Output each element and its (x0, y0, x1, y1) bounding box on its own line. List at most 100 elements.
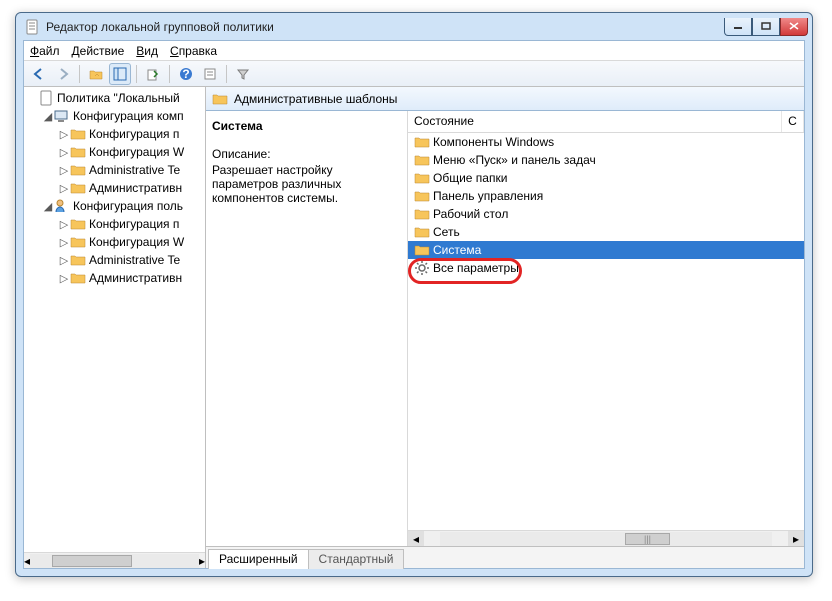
right-pane: Административные шаблоны Система Описани… (206, 87, 804, 568)
tree-label: Administrative Te (89, 163, 180, 177)
folder-icon (414, 134, 430, 150)
list-item[interactable]: Сеть (408, 223, 804, 241)
window-title: Редактор локальной групповой политики (46, 20, 724, 34)
folder-icon (70, 126, 86, 142)
titlebar[interactable]: Редактор локальной групповой политики (16, 13, 812, 40)
list-scrollbar[interactable]: ◂ ||| ▸ (408, 530, 804, 546)
tree-item[interactable]: ▷ Administrative Te (24, 251, 205, 269)
folder-icon (414, 188, 430, 204)
expand-icon[interactable]: ▷ (58, 218, 70, 231)
scroll-left-icon[interactable]: ◂ (408, 531, 424, 547)
tree-label: Политика "Локальный (57, 91, 180, 105)
tree-label: Конфигурация п (89, 217, 179, 231)
menu-help[interactable]: Справка (170, 44, 217, 58)
tree-item[interactable]: ▷Административн (24, 179, 205, 197)
tree-user-config[interactable]: ◢ Конфигурация поль (24, 197, 205, 215)
right-header-title: Административные шаблоны (234, 92, 397, 106)
properties-button[interactable] (199, 63, 221, 85)
folder-icon (70, 234, 86, 250)
list-item[interactable]: Рабочий стол (408, 205, 804, 223)
window-frame: Редактор локальной групповой политики Фа… (15, 12, 813, 577)
policy-icon (38, 90, 54, 106)
scroll-thumb[interactable]: ||| (625, 533, 670, 545)
expand-icon[interactable]: ▷ (58, 164, 70, 177)
list-item[interactable]: Все параметры (408, 259, 804, 277)
work-area: Политика "Локальный ◢ Конфигурация комп … (24, 87, 804, 568)
folder-icon (70, 180, 86, 196)
view-tabs: Расширенный Стандартный (206, 546, 804, 568)
list-item-label: Все параметры (433, 261, 519, 275)
back-button[interactable] (28, 63, 50, 85)
tree-pane[interactable]: Политика "Локальный ◢ Конфигурация комп … (24, 87, 206, 568)
tree-root[interactable]: Политика "Локальный (24, 89, 205, 107)
show-tree-button[interactable] (109, 63, 131, 85)
list-item[interactable]: Компоненты Windows (408, 133, 804, 151)
tab-standard[interactable]: Стандартный (308, 549, 405, 569)
tree-label: Административн (89, 271, 182, 285)
expand-icon[interactable]: ▷ (58, 254, 70, 267)
menu-action[interactable]: Действие (72, 44, 125, 58)
scroll-thumb[interactable] (52, 555, 132, 567)
list-item[interactable]: Общие папки (408, 169, 804, 187)
list-item-label: Меню «Пуск» и панель задач (433, 153, 596, 167)
folder-icon (70, 216, 86, 232)
computer-icon (54, 108, 70, 124)
list-item[interactable]: Меню «Пуск» и панель задач (408, 151, 804, 169)
tree-item[interactable]: ▷Конфигурация п (24, 125, 205, 143)
expand-icon[interactable]: ▷ (58, 182, 70, 195)
export-button[interactable] (142, 63, 164, 85)
detail-title: Система (212, 119, 401, 133)
forward-button[interactable] (52, 63, 74, 85)
right-content: Система Описание: Разрешает настройку па… (206, 111, 804, 546)
collapse-icon[interactable]: ◢ (42, 110, 54, 123)
tree-item[interactable]: ▷Конфигурация W (24, 233, 205, 251)
window-controls (724, 18, 808, 36)
expand-icon[interactable]: ▷ (58, 128, 70, 141)
expand-icon[interactable]: ▷ (58, 146, 70, 159)
list-item-label: Система (433, 243, 481, 257)
menu-file[interactable]: Файл (30, 44, 60, 58)
thumb-grip: ||| (626, 534, 669, 544)
tab-extended[interactable]: Расширенный (208, 549, 309, 569)
tree-item[interactable]: ▷Конфигурация W (24, 143, 205, 161)
list-item[interactable]: Панель управления (408, 187, 804, 205)
tree-item[interactable]: ▷ Административн (24, 269, 205, 287)
separator (169, 65, 170, 83)
right-header: Административные шаблоны (206, 87, 804, 111)
column-c[interactable]: С (782, 111, 804, 132)
list-item-label: Панель управления (433, 189, 543, 203)
expand-icon[interactable]: ▷ (58, 272, 70, 285)
expand-icon[interactable]: ▷ (58, 236, 70, 249)
separator (79, 65, 80, 83)
folder-icon (70, 270, 86, 286)
scroll-right-icon[interactable]: ▸ (788, 531, 804, 547)
up-folder-button[interactable] (85, 63, 107, 85)
tree-computer-config[interactable]: ◢ Конфигурация комп (24, 107, 205, 125)
minimize-button[interactable] (724, 18, 752, 36)
list-item-label: Компоненты Windows (433, 135, 554, 149)
list-header[interactable]: Состояние С (408, 111, 804, 133)
menubar: Файл Действие Вид Справка (24, 41, 804, 61)
close-button[interactable] (780, 18, 808, 36)
scroll-right-icon[interactable]: ▸ (199, 554, 205, 568)
tree-label: Конфигурация поль (73, 199, 183, 213)
client-area: Файл Действие Вид Справка ? (23, 40, 805, 569)
column-state[interactable]: Состояние (408, 111, 782, 132)
filter-button[interactable] (232, 63, 254, 85)
list-item-label: Сеть (433, 225, 460, 239)
list-item[interactable]: Система (408, 241, 804, 259)
detail-pane: Система Описание: Разрешает настройку па… (206, 111, 408, 546)
folder-icon (70, 252, 86, 268)
maximize-button[interactable] (752, 18, 780, 36)
svg-text:?: ? (182, 67, 189, 81)
tree-scrollbar[interactable]: ◂ ▸ (24, 552, 205, 568)
collapse-icon[interactable]: ◢ (42, 200, 54, 213)
menu-view[interactable]: Вид (136, 44, 158, 58)
list-body[interactable]: Компоненты Windows Меню «Пуск» и панель з… (408, 133, 804, 530)
tree-item[interactable]: ▷ Конфигурация п (24, 215, 205, 233)
tree-label: Administrative Te (89, 253, 180, 267)
folder-icon (70, 162, 86, 178)
tree-item[interactable]: ▷ Administrative Te (24, 161, 205, 179)
toolbar: ? (24, 61, 804, 87)
help-button[interactable]: ? (175, 63, 197, 85)
